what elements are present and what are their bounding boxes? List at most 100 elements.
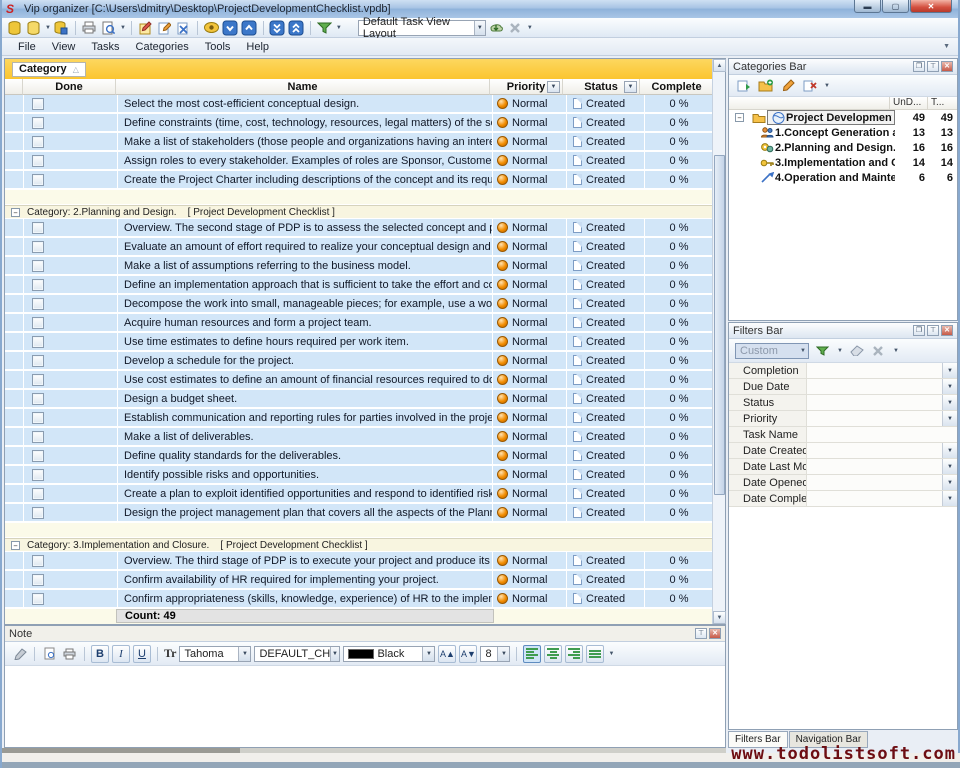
filters-close-icon[interactable]: ✕ (941, 325, 953, 336)
status-cell[interactable]: Created (567, 133, 644, 150)
note-content[interactable] (5, 667, 725, 747)
filters-toolbar-overflow-icon[interactable]: ▼ (893, 348, 899, 354)
task-row[interactable]: Confirm appropriateness (skills, knowled… (5, 590, 713, 607)
task-checkbox[interactable] (32, 355, 44, 367)
shrink-font-button[interactable]: A▼ (459, 645, 477, 663)
status-cell[interactable]: Created (567, 466, 644, 483)
task-name-cell[interactable]: Create a plan to exploit identified oppo… (118, 485, 492, 502)
task-name-cell[interactable]: Make a list of assumptions referring to … (118, 257, 492, 274)
category-tree-item[interactable]: 4.Operation and Maintenance.66 (729, 170, 957, 185)
status-cell[interactable]: Created (567, 571, 644, 588)
scroll-down-icon[interactable]: ▼ (713, 611, 726, 624)
task-checkbox[interactable] (32, 574, 44, 586)
underline-button[interactable]: U (133, 645, 151, 663)
toggle-completed-icon[interactable] (203, 19, 220, 36)
task-row[interactable]: Design the project management plan that … (5, 504, 713, 521)
task-checkbox[interactable] (32, 98, 44, 110)
task-name-cell[interactable]: Define an implementation approach that i… (118, 276, 492, 293)
task-name-cell[interactable]: Establish communication and reporting ru… (118, 409, 492, 426)
category-tree-item[interactable]: 3.Implementation and Closure.1414 (729, 155, 957, 170)
move-up-icon[interactable] (241, 19, 258, 36)
save-layout-icon[interactable] (488, 19, 505, 36)
font-name-combo[interactable]: Tahoma ▼ (179, 646, 251, 662)
edit-task-icon[interactable] (156, 19, 173, 36)
categories-toolbar-overflow-icon[interactable]: ▼ (824, 83, 830, 89)
filter-value-field[interactable] (807, 379, 942, 394)
font-name-dropdown-icon[interactable]: ▼ (238, 647, 250, 661)
undone-column-header[interactable]: UnD... (889, 97, 927, 109)
filters-restore-icon[interactable]: ❐ (913, 325, 925, 336)
task-name-cell[interactable]: Use time estimates to define hours requi… (118, 333, 492, 350)
scroll-up-icon[interactable]: ▲ (713, 59, 726, 72)
selected-category[interactable]: Project Development Checklist (767, 110, 895, 125)
task-name-cell[interactable]: Develop a schedule for the project. (118, 352, 492, 369)
task-name-cell[interactable]: Make a list of deliverables. (118, 428, 492, 445)
task-name-cell[interactable]: Decompose the work into small, manageabl… (118, 295, 492, 312)
filter-preset-combo[interactable]: Custom ▼ (735, 343, 809, 359)
task-row[interactable]: Decompose the work into small, manageabl… (5, 295, 713, 312)
priority-cell[interactable]: Normal (493, 314, 566, 331)
task-name-cell[interactable]: Design a budget sheet. (118, 390, 492, 407)
filter-dropdown-icon[interactable]: ▼ (942, 459, 957, 474)
view-filter-dropdown-icon[interactable]: ▼ (336, 25, 342, 31)
move-down-icon[interactable] (222, 19, 239, 36)
apply-note-icon[interactable] (11, 645, 28, 662)
task-row[interactable]: Create a plan to exploit identified oppo… (5, 485, 713, 502)
filter-dropdown-icon[interactable]: ▼ (942, 411, 957, 426)
filter-value-field[interactable] (807, 427, 957, 442)
scrollbar-thumb[interactable] (714, 155, 725, 495)
font-color-combo[interactable]: Black ▼ (343, 646, 435, 662)
task-row[interactable]: Define constraints (time, cost, technolo… (5, 114, 713, 131)
category-group-header[interactable]: −Category: 3.Implementation and Closure.… (5, 538, 713, 551)
task-checkbox[interactable] (32, 450, 44, 462)
header-name[interactable]: Name (116, 79, 490, 95)
task-row[interactable]: Identify possible risks and opportunitie… (5, 466, 713, 483)
priority-cell[interactable]: Normal (493, 485, 566, 502)
priority-cell[interactable]: Normal (493, 504, 566, 521)
filter-value-field[interactable] (807, 411, 942, 426)
menu-tools[interactable]: Tools (197, 39, 239, 55)
note-print-icon[interactable] (61, 645, 78, 662)
save-database-icon[interactable] (53, 19, 70, 36)
priority-cell[interactable]: Normal (493, 257, 566, 274)
task-checkbox[interactable] (32, 222, 44, 234)
view-filter-icon[interactable] (316, 19, 333, 36)
task-row[interactable]: Use time estimates to define hours requi… (5, 333, 713, 350)
task-name-cell[interactable]: Evaluate an amount of effort required to… (118, 238, 492, 255)
task-row[interactable]: Overview. The third stage of PDP is to e… (5, 552, 713, 569)
task-checkbox[interactable] (32, 260, 44, 272)
priority-cell[interactable]: Normal (493, 390, 566, 407)
filter-value-field[interactable] (807, 395, 942, 410)
task-row[interactable]: Use cost estimates to define an amount o… (5, 371, 713, 388)
delete-filter-icon[interactable] (870, 342, 887, 359)
status-filter-dropdown-icon[interactable]: ▼ (624, 81, 637, 93)
status-cell[interactable]: Created (567, 238, 644, 255)
task-checkbox[interactable] (32, 488, 44, 500)
task-name-cell[interactable]: Identify possible risks and opportunitie… (118, 466, 492, 483)
task-row[interactable]: Define quality standards for the deliver… (5, 447, 713, 464)
print-icon[interactable] (81, 19, 98, 36)
task-name-cell[interactable]: Create the Project Charter including des… (118, 171, 492, 188)
status-cell[interactable]: Created (567, 171, 644, 188)
add-subcategory-icon[interactable] (757, 77, 774, 94)
status-cell[interactable]: Created (567, 219, 644, 236)
note-pin-icon[interactable]: ⊤ (695, 628, 707, 639)
task-checkbox[interactable] (32, 593, 44, 605)
task-row[interactable]: Overview. The second stage of PDP is to … (5, 219, 713, 236)
clear-filter-icon[interactable] (848, 342, 865, 359)
minimize-button[interactable]: ▬ (854, 0, 881, 13)
priority-cell[interactable]: Normal (493, 133, 566, 150)
priority-cell[interactable]: Normal (493, 466, 566, 483)
task-name-cell[interactable]: Confirm appropriateness (skills, knowled… (118, 590, 492, 607)
delete-task-icon[interactable] (175, 19, 192, 36)
task-checkbox[interactable] (32, 136, 44, 148)
note-close-icon[interactable]: ✕ (709, 628, 721, 639)
open-database-icon[interactable] (25, 19, 42, 36)
task-row[interactable]: Design a budget sheet.NormalCreated0 % (5, 390, 713, 407)
filter-dropdown-icon[interactable]: ▼ (942, 491, 957, 506)
menu-tasks[interactable]: Tasks (83, 39, 127, 55)
status-cell[interactable]: Created (567, 257, 644, 274)
status-cell[interactable]: Created (567, 152, 644, 169)
task-checkbox[interactable] (32, 298, 44, 310)
task-checkbox[interactable] (32, 555, 44, 567)
